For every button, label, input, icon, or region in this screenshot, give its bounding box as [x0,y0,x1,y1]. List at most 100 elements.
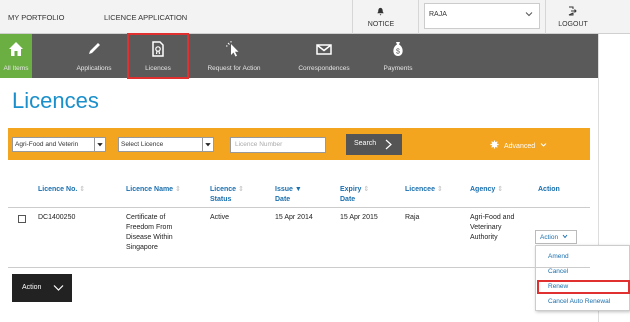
col-label: Licence [210,186,237,193]
sort-icon: ⇕ [436,186,443,193]
col-label: Issue [275,186,293,193]
advanced-label: Advanced [504,143,536,150]
nav-label: Correspondences [298,65,350,72]
cell-line: Singapore [126,244,158,251]
col-label: Status [210,196,232,203]
nav-licences[interactable]: Licences [127,33,189,79]
agency-select[interactable]: Agri-Food and Veterin [12,137,106,152]
logout-label: LOGOUT [558,21,588,28]
user-select[interactable]: RAJA [424,3,540,29]
row-action-label: Action [540,234,559,241]
licence-document-icon [152,41,164,57]
nav-correspondences[interactable]: Correspondences [276,34,372,78]
col-agency[interactable]: Agency ⇕ [470,185,503,195]
divider [545,0,546,34]
divider [8,207,590,208]
cell-agency: Agri-Food and Veterinary Authority [470,213,514,243]
bulk-action-button[interactable]: Action [12,274,72,302]
my-portfolio-link[interactable]: MY PORTFOLIO [8,13,64,22]
nav-label: Applications [76,65,112,72]
nav-payments[interactable]: $ Payments [372,34,424,78]
col-action: Action [538,186,560,193]
cell-line: Certificate of [126,214,166,221]
sort-icon: ⇕ [497,186,504,193]
menu-item-cancel[interactable]: Cancel [548,268,568,275]
row-action-menu: Amend Cancel Renew Cancel Auto Renewal [535,245,630,311]
col-licence-no[interactable]: Licence No. ⇕ [38,185,85,195]
user-name: RAJA [429,11,447,18]
notice-button[interactable]: NOTICE [356,0,406,34]
gear-icon [490,140,499,149]
search-button[interactable]: Search [346,134,402,155]
nav-applications[interactable]: Applications [64,34,124,78]
advanced-search-toggle[interactable]: Advanced [490,140,547,150]
licence-select[interactable]: Select Licence [118,137,214,152]
divider [352,0,353,34]
notice-label: NOTICE [367,21,395,28]
cell-status: Active [210,214,230,221]
col-label: Licence Name [126,186,174,193]
cell-licence-no: DC1400250 [38,214,76,221]
agency-select-value: Agri-Food and Veterin [15,141,79,148]
col-licencee[interactable]: Licencee ⇕ [405,185,443,195]
cell-issue-date: 15 Apr 2014 [275,214,313,221]
chevron-down-icon [53,285,64,291]
bell-icon [377,7,384,16]
nav-label[interactable]: Request for Action [196,65,272,72]
money-bag-icon: $ [393,42,403,56]
col-label: Expiry [340,186,362,193]
cursor-click-icon [226,41,239,57]
cell-expiry-date: 15 Apr 2015 [340,214,378,221]
cell-licence-name: Certificate of Freedom From Disease With… [126,213,173,253]
menu-item-renew[interactable]: Renew [548,283,568,290]
sort-desc-icon: ▼ [294,186,302,193]
cell-line: Agri-Food and [470,214,515,221]
col-label: Date [275,196,291,203]
pencil-icon [89,43,100,54]
nav-label: All Items [3,65,29,72]
sort-icon: ⇕ [238,186,244,193]
chevron-down-icon [525,12,533,17]
home-icon [9,42,23,56]
chevron-right-icon [385,139,392,150]
chevron-down-icon [202,138,213,151]
logout-button[interactable]: LOGOUT [548,0,598,34]
row-action-select[interactable]: Action [535,230,577,244]
chevron-down-icon [562,234,568,239]
sort-icon: ⇕ [175,186,181,193]
svg-text:$: $ [396,49,400,56]
cell-line: Veterinary [470,224,502,231]
licence-application-link[interactable]: LICENCE APPLICATION [104,13,187,22]
col-label: Date [340,196,356,203]
search-bar: Agri-Food and Veterin Select Licence Lic… [8,128,590,160]
licence-number-input[interactable]: Licence Number [230,137,326,153]
chevron-down-icon [540,143,547,147]
envelope-icon [316,44,332,55]
cell-line: Disease Within [126,234,173,241]
col-licence-status[interactable]: Licence ⇕ Status [210,185,244,205]
col-issue-date[interactable]: Issue ▼ Date [275,185,302,205]
row-checkbox[interactable] [18,215,26,223]
sort-icon: ⇕ [79,186,86,193]
logout-icon [568,6,577,16]
cell-line: Freedom From [126,224,173,231]
nav-all-items[interactable]: All Items [0,34,32,78]
page-title: Licences [12,88,99,113]
nav-label: Licences [145,65,171,72]
col-licence-name[interactable]: Licence Name ⇕ [126,185,181,195]
divider [418,0,419,34]
licence-select-value: Select Licence [121,141,164,148]
cell-line: Authority [470,234,498,241]
main-nav: All Items Applications Licences Request … [0,33,598,79]
top-bar: MY PORTFOLIO LICENCE APPLICATION NOTICE … [0,0,630,34]
search-button-label: Search [354,140,377,147]
nav-request-for-action[interactable]: Request for Action [196,34,272,78]
menu-item-amend[interactable]: Amend [548,253,569,260]
col-label: Agency [470,186,496,193]
bulk-action-label: Action [22,284,42,291]
sort-icon: ⇕ [363,186,370,193]
col-expiry-date[interactable]: Expiry ⇕ Date [340,185,369,205]
menu-item-cancel-auto-renewal[interactable]: Cancel Auto Renewal [548,298,610,305]
chevron-down-icon [94,138,105,151]
divider [8,267,590,268]
